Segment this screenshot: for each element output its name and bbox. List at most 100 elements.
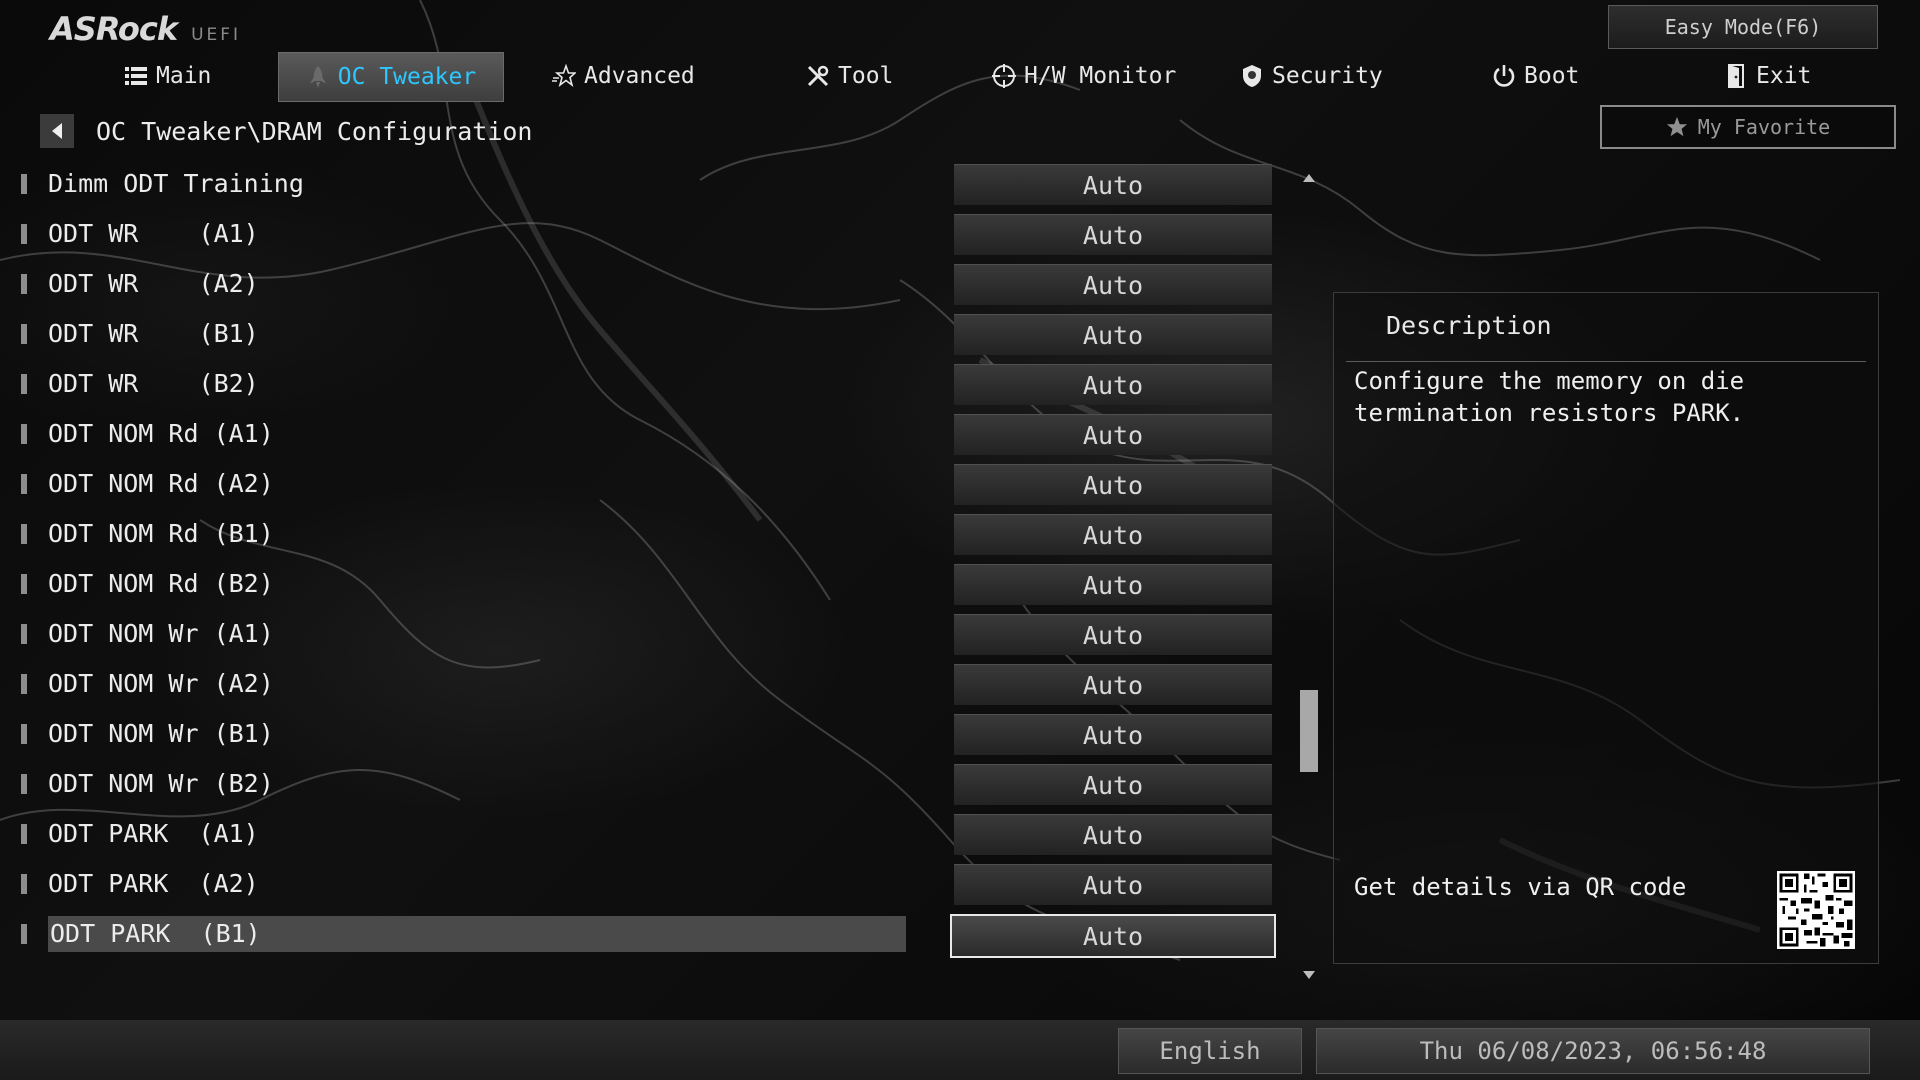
qr-code-image — [1777, 871, 1855, 949]
setting-label[interactable]: ODT NOM Wr (B1) — [48, 716, 898, 752]
tab-exit-label: Exit — [1756, 63, 1812, 89]
setting-label[interactable]: ODT NOM Rd (B1) — [48, 516, 898, 552]
description-title: Description — [1386, 311, 1552, 340]
setting-label[interactable]: ODT NOM Rd (B2) — [48, 566, 898, 602]
scroll-down-arrow-icon[interactable] — [1302, 970, 1316, 980]
row-marker — [21, 674, 27, 694]
row-marker — [21, 724, 27, 744]
setting-label[interactable]: ODT NOM Wr (A2) — [48, 666, 898, 702]
tab-advanced[interactable]: Advanced — [552, 52, 695, 100]
setting-row[interactable]: ODT NOM Rd (A2) Auto — [0, 460, 1290, 510]
setting-label[interactable]: ODT NOM Wr (A1) — [48, 616, 898, 652]
setting-row[interactable]: ODT PARK (A2) Auto — [0, 860, 1290, 910]
setting-row[interactable]: ODT NOM Wr (A2) Auto — [0, 660, 1290, 710]
setting-label[interactable]: ODT NOM Rd (A2) — [48, 466, 898, 502]
row-marker — [21, 874, 27, 894]
setting-label[interactable]: ODT PARK (A2) — [48, 866, 898, 902]
tab-tool[interactable]: Tool — [806, 52, 893, 100]
logo-sub-text: UEFI — [191, 25, 242, 45]
row-marker — [21, 774, 27, 794]
setting-value-dropdown[interactable]: Auto — [954, 864, 1272, 905]
description-divider — [1346, 361, 1866, 362]
setting-value-dropdown[interactable]: Auto — [954, 464, 1272, 505]
tab-exit[interactable]: Exit — [1724, 52, 1811, 100]
setting-row[interactable]: ODT NOM Rd (B2) Auto — [0, 560, 1290, 610]
setting-row[interactable]: ODT NOM Rd (A1) Auto — [0, 410, 1290, 460]
setting-row[interactable]: ODT WR (B1) Auto — [0, 310, 1290, 360]
tab-security[interactable]: Security — [1240, 52, 1383, 100]
setting-value-dropdown[interactable]: Auto — [954, 764, 1272, 805]
datetime-display: Thu 06/08/2023, 06:56:48 — [1316, 1028, 1870, 1074]
breadcrumb: OC Tweaker\DRAM Configuration — [40, 114, 533, 148]
setting-label[interactable]: ODT PARK (B1) — [48, 916, 906, 952]
setting-row[interactable]: ODT PARK (A1) Auto — [0, 810, 1290, 860]
row-marker — [21, 424, 27, 444]
setting-value-dropdown[interactable]: Auto — [950, 914, 1276, 958]
setting-value-dropdown[interactable]: Auto — [954, 264, 1272, 305]
setting-value-dropdown[interactable]: Auto — [954, 314, 1272, 355]
row-marker — [21, 524, 27, 544]
scrollbar-thumb[interactable] — [1300, 690, 1318, 772]
tab-security-label: Security — [1272, 63, 1383, 89]
tab-oc-tweaker[interactable]: OC Tweaker — [278, 52, 504, 102]
setting-value-dropdown[interactable]: Auto — [954, 214, 1272, 255]
row-marker — [21, 174, 27, 194]
setting-value-dropdown[interactable]: Auto — [954, 164, 1272, 205]
row-marker — [21, 574, 27, 594]
setting-row[interactable]: ODT WR (A2) Auto — [0, 260, 1290, 310]
power-icon — [1493, 65, 1515, 87]
breadcrumb-path: OC Tweaker\DRAM Configuration — [96, 116, 533, 146]
easy-mode-button[interactable]: Easy Mode(F6) — [1608, 5, 1878, 49]
setting-row[interactable]: ODT PARK (B1) Auto — [0, 910, 1290, 960]
tab-hw-monitor[interactable]: H/W Monitor — [992, 52, 1176, 100]
row-marker — [21, 374, 27, 394]
exit-door-icon — [1728, 64, 1744, 88]
row-marker — [21, 224, 27, 244]
list-icon — [125, 67, 147, 85]
top-nav: Main OC Tweaker Advanced Tool H/W Monito… — [0, 52, 1811, 102]
back-arrow-icon — [52, 123, 62, 139]
description-body: Configure the memory on die termination … — [1354, 367, 1745, 427]
setting-label[interactable]: ODT WR (A1) — [48, 216, 898, 252]
back-button[interactable] — [40, 114, 74, 148]
setting-label[interactable]: ODT WR (B2) — [48, 366, 898, 402]
setting-value-dropdown[interactable]: Auto — [954, 564, 1272, 605]
setting-label[interactable]: ODT PARK (A1) — [48, 816, 898, 852]
setting-value-dropdown[interactable]: Auto — [954, 614, 1272, 655]
star-icon — [552, 64, 576, 88]
setting-value-dropdown[interactable]: Auto — [954, 664, 1272, 705]
setting-value-dropdown[interactable]: Auto — [954, 364, 1272, 405]
description-panel: Description Configure the memory on die … — [1333, 292, 1879, 964]
tab-advanced-label: Advanced — [584, 63, 695, 89]
shield-icon — [1243, 65, 1261, 87]
setting-label[interactable]: Dimm ODT Training — [48, 166, 898, 202]
asrock-logo: ASRock UEFI — [50, 10, 241, 48]
scroll-up-arrow-icon[interactable] — [1302, 173, 1316, 183]
setting-value-dropdown[interactable]: Auto — [954, 514, 1272, 555]
setting-label[interactable]: ODT NOM Rd (A1) — [48, 416, 898, 452]
setting-row[interactable]: ODT NOM Wr (B1) Auto — [0, 710, 1290, 760]
setting-row[interactable]: ODT NOM Rd (B1) Auto — [0, 510, 1290, 560]
qr-code-label: Get details via QR code — [1354, 873, 1687, 901]
setting-label[interactable]: ODT WR (A2) — [48, 266, 898, 302]
crosshair-icon — [992, 64, 1016, 88]
setting-label[interactable]: ODT NOM Wr (B2) — [48, 766, 898, 802]
setting-row[interactable]: ODT NOM Wr (A1) Auto — [0, 610, 1290, 660]
setting-row[interactable]: ODT WR (B2) Auto — [0, 360, 1290, 410]
tab-main[interactable]: Main — [124, 52, 211, 100]
my-favorite-label: My Favorite — [1697, 115, 1831, 139]
language-button[interactable]: English — [1118, 1028, 1302, 1074]
setting-value-dropdown[interactable]: Auto — [954, 814, 1272, 855]
setting-row[interactable]: ODT NOM Wr (B2) Auto — [0, 760, 1290, 810]
tab-boot[interactable]: Boot — [1492, 52, 1579, 100]
setting-value-dropdown[interactable]: Auto — [954, 714, 1272, 755]
setting-label[interactable]: ODT WR (B1) — [48, 316, 898, 352]
row-marker — [21, 324, 27, 344]
setting-value-dropdown[interactable]: Auto — [954, 414, 1272, 455]
setting-row[interactable]: Dimm ODT Training Auto — [0, 160, 1290, 210]
setting-row[interactable]: ODT WR (A1) Auto — [0, 210, 1290, 260]
tab-oc-tweaker-label: OC Tweaker — [337, 64, 477, 90]
favorite-star-icon — [1666, 116, 1687, 137]
my-favorite-button[interactable]: My Favorite — [1600, 105, 1896, 149]
tab-hw-monitor-label: H/W Monitor — [1024, 63, 1177, 89]
